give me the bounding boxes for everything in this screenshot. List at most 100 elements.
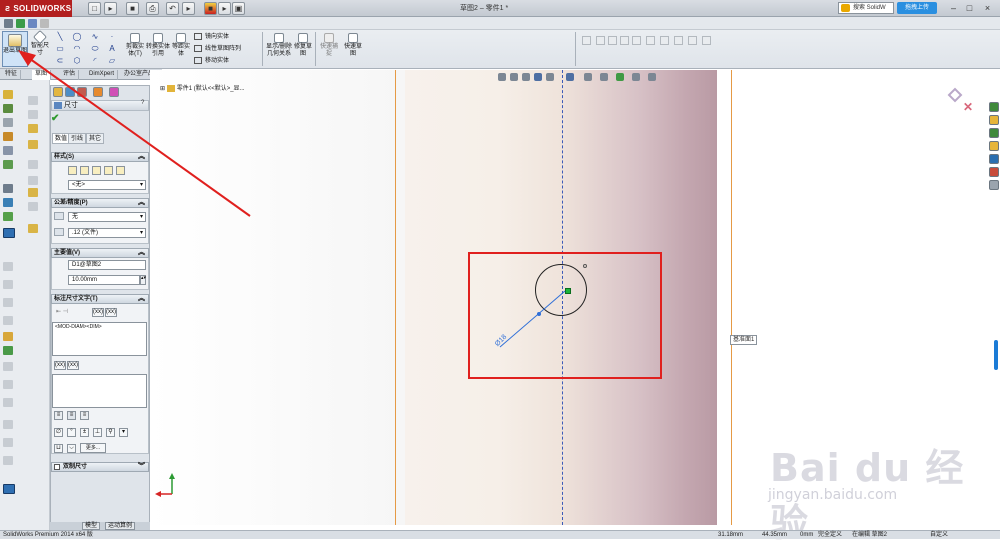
rapid-sketch-button[interactable]: 快速草图 [342,33,364,58]
dynamic-annotation-icon[interactable] [546,73,554,81]
toolbar-icon[interactable] [3,484,15,494]
confirmation-corner-icon[interactable] [946,86,964,104]
toolbar-icon[interactable] [3,420,13,429]
apply-scene-icon[interactable] [632,73,640,81]
dimension-name-field[interactable]: D1@草图2 [68,260,146,270]
tool-icon[interactable] [646,36,655,45]
ribbon-separator [575,32,576,66]
search-results-icon[interactable] [989,141,999,151]
plus-minus-icon[interactable]: ± [80,428,89,437]
zoom-to-fit-icon[interactable] [498,73,506,81]
collapse-icon: ︽ [138,295,145,302]
toolbar-icon[interactable] [3,362,13,371]
search-input[interactable]: 搜索 SolidW [838,2,894,14]
countersink-icon[interactable]: ⌵ [67,444,76,453]
display-style-icon[interactable] [584,73,592,81]
status-editing: 在编辑 草图2 [852,532,888,538]
collapse-icon: ︽ [138,249,145,256]
toolbar-icon[interactable] [3,398,13,407]
align-left-icon[interactable]: ≡ [54,411,63,420]
cancel-sketch-icon[interactable]: ✕ [963,100,973,114]
tab-model[interactable]: 模型 [82,522,101,530]
tool-icon[interactable] [674,36,683,45]
task-pane-icon[interactable] [989,102,999,112]
token-button[interactable]: (xx) [67,361,79,370]
toolbar-icon[interactable] [3,316,13,325]
status-units[interactable]: 自定义 [930,531,948,539]
minimize-button[interactable]: – [948,3,959,14]
view-orientation-icon[interactable] [566,73,574,81]
dual-dimension-group-header[interactable]: 双制尺寸 ︾ [51,462,149,472]
more-symbols-button[interactable]: 更多... [80,443,106,453]
align-center-icon[interactable]: ≡ [67,411,76,420]
toolbar-icon[interactable] [3,262,13,271]
toolbar-icon[interactable] [3,332,13,341]
tool-icon[interactable] [620,36,629,45]
hide-show-icon[interactable] [600,73,608,81]
status-x-coord: 31.18mm [718,532,744,538]
toolbar-icon[interactable] [3,346,13,355]
view-palette-icon[interactable] [989,154,999,164]
custom-properties-icon[interactable] [989,180,999,190]
quick-snaps-button[interactable]: 快速捕捉 [318,33,340,58]
dimension-value-field[interactable]: 10.00mm [68,275,140,285]
axis-triad [155,473,175,497]
toolbar-icon[interactable] [3,456,13,465]
view-settings-icon[interactable] [648,73,656,81]
add-relation-icon[interactable] [582,36,591,45]
dual-dimension-checkbox[interactable] [54,464,60,470]
maximize-button[interactable]: □ [964,3,975,14]
status-bar [0,530,1000,539]
dual-dimension-label: 双制尺寸 [63,464,88,470]
baidu-watermark-url: jingyan.baidu.com [768,487,898,503]
status-z-coord: 0mm [800,532,814,538]
toolbar-icon[interactable] [3,380,13,389]
primary-value-group-header[interactable]: 主要值(V) ︽ [51,248,149,258]
task-pane-slider[interactable] [994,340,998,370]
ribbon-separator [315,32,316,66]
toolbar-icon[interactable] [3,438,13,447]
tool-icon[interactable] [688,36,697,45]
tool-icon[interactable] [596,36,605,45]
close-window-button[interactable]: × [982,3,993,14]
file-explorer-icon[interactable] [989,128,999,138]
token-button[interactable]: (xx) [92,308,104,317]
more-symbols-icon[interactable]: ▾ [119,428,128,437]
section-view-icon[interactable] [534,73,542,81]
diameter-symbol-icon[interactable]: ∅ [54,428,63,437]
centerline-symbol-icon[interactable]: ⊥ [93,428,102,437]
status-y-coord: 44.35mm [762,532,788,538]
radius-symbol-icon[interactable]: ⚲ [106,428,115,437]
token-button[interactable]: (xx) [105,308,117,317]
dimension-text-group-header[interactable]: 标注尺寸文字(T) ︽ [51,294,149,304]
tool-icon[interactable] [702,36,711,45]
tool-icon[interactable] [608,36,617,45]
text-position-icon[interactable]: ⇤ ⊣ [56,308,68,315]
quick-snap-icon [324,33,334,43]
counterbore-icon[interactable]: ⊔ [54,444,63,453]
rapid-sketch-icon [348,33,358,43]
tool-icon[interactable] [660,36,669,45]
toolbar-icon[interactable] [3,280,13,289]
zoom-area-icon[interactable] [510,73,518,81]
previous-view-icon[interactable] [522,73,530,81]
search-label: 搜索 SolidW [853,5,886,11]
annotation-arrow [18,50,251,217]
status-defined: 完全定义 [818,532,843,538]
value-spinner[interactable]: ▴▾ [140,275,146,285]
edit-appearance-icon[interactable] [616,73,624,81]
tool-icon[interactable] [632,36,641,45]
quick-snap-label: 快速捕捉 [319,44,338,57]
edge-line [731,70,732,525]
upload-button[interactable]: 拖拽上传 [897,2,937,14]
degree-symbol-icon[interactable]: ° [67,428,76,437]
plane-label[interactable]: 基准面1 [730,335,758,345]
design-library-icon[interactable] [989,115,999,125]
tab-motion-study[interactable]: 运动算例 [105,522,136,530]
dimension-text-area[interactable]: <MOD-DIAM><DIM> [52,322,147,356]
token-button[interactable]: (xx) [54,361,66,370]
appearances-icon[interactable] [989,167,999,177]
dimension-text-area-lower[interactable] [52,374,147,408]
align-right-icon[interactable]: ≡ [80,411,89,420]
toolbar-icon[interactable] [3,298,13,307]
